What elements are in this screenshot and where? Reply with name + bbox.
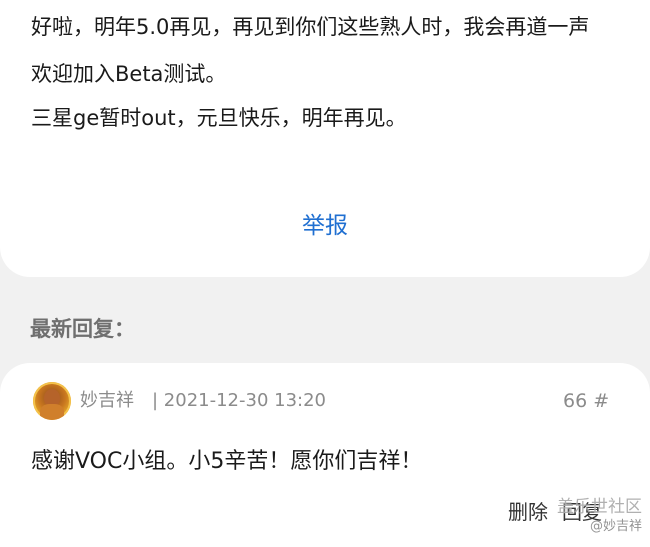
post-text-line: 三星ge暂时out，元旦快乐，明年再见。 [31,106,407,130]
reply-content: 感谢VOC小组。小5辛苦！愿你们吉祥！ [31,449,423,474]
post-text-line: 欢迎加入Beta测试。 [31,62,227,86]
report-button[interactable]: 举报 [0,211,650,241]
avatar-body-shape [40,404,64,420]
delete-button[interactable]: 删除 [508,497,548,527]
floor-number: 66 # [563,390,610,412]
reply-username[interactable]: 妙吉祥 [80,388,134,414]
page: 好啦，明年5.0再见，再见到你们这些熟人时，我会再道一声 欢迎加入Beta测试。… [0,0,650,547]
avatar[interactable] [33,382,71,420]
post-card: 好啦，明年5.0再见，再见到你们这些熟人时，我会再道一声 欢迎加入Beta测试。… [0,0,650,277]
latest-replies-heading: 最新回复： [30,317,135,341]
post-text-line: 好啦，明年5.0再见，再见到你们这些熟人时，我会再道一声 [31,15,590,39]
reply-button[interactable]: 回复 [562,497,602,527]
reply-timestamp: | 2021-12-30 13:20 [152,390,326,411]
